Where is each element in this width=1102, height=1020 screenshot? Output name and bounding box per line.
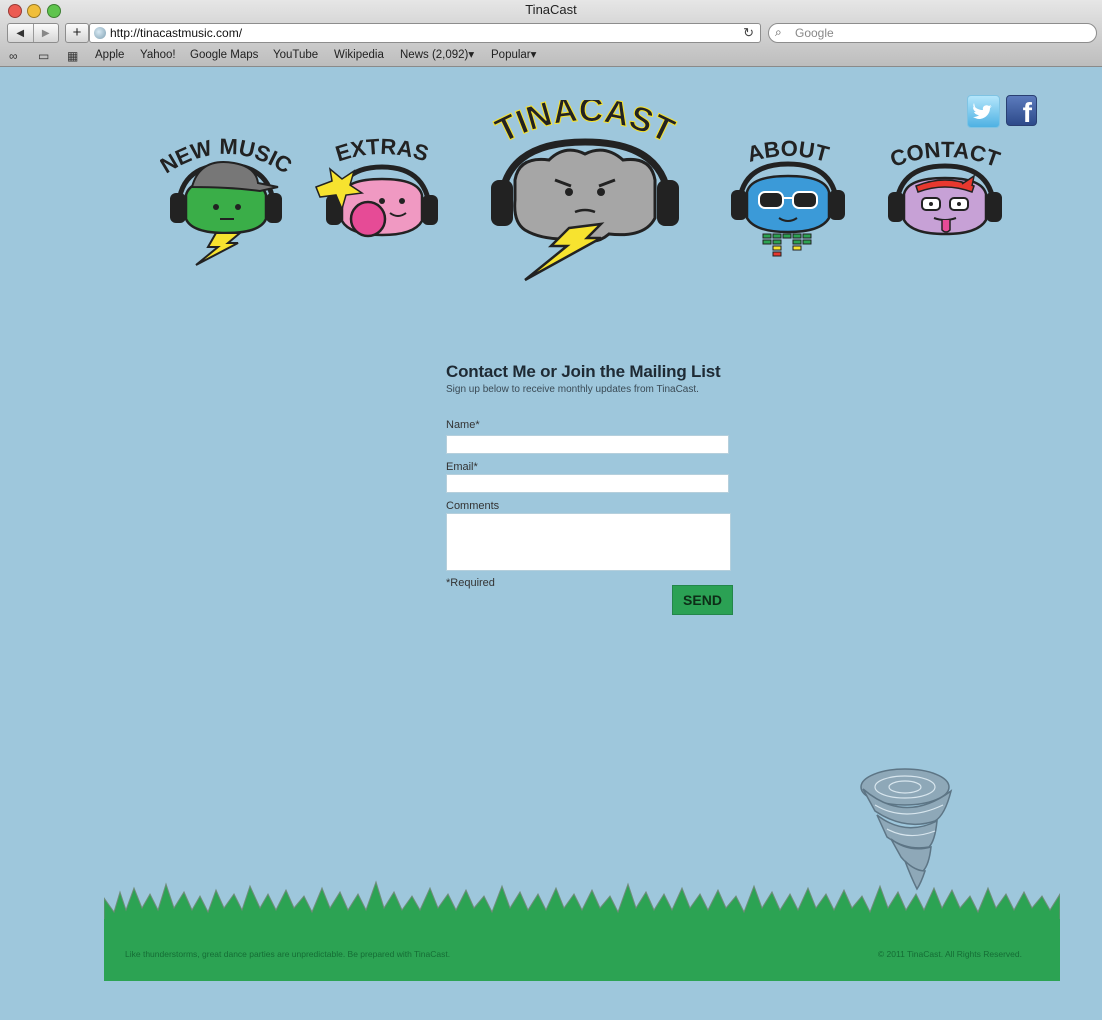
email-field[interactable] [446, 474, 729, 493]
email-label: Email* [446, 461, 478, 473]
zoom-window-button[interactable] [47, 4, 61, 18]
address-bar[interactable]: http://tinacastmusic.com/ ↻ [89, 23, 761, 43]
bookmark-wikipedia[interactable]: Wikipedia [334, 48, 384, 62]
footer-copyright: © 2011 TinaCast. All Rights Reserved. [877, 949, 1022, 959]
bookmark-popular[interactable]: Popular▾ [491, 48, 536, 62]
address-url[interactable]: http://tinacastmusic.com/ [110, 24, 242, 42]
close-window-button[interactable] [8, 4, 22, 18]
reading-glasses-icon[interactable]: ∞ [9, 49, 18, 63]
site-favicon-icon [94, 27, 106, 39]
minimize-window-button[interactable] [27, 4, 41, 18]
nav-extras-label: EXTRAS [332, 135, 431, 166]
search-icon: ⌕ [775, 25, 782, 39]
twitter-icon[interactable] [967, 95, 1000, 128]
footer-tagline: Like thunderstorms, great dance parties … [125, 949, 451, 959]
facebook-icon[interactable]: f [1006, 95, 1037, 128]
send-button[interactable]: SEND [672, 585, 733, 615]
nav-extras[interactable]: EXTRAS [310, 135, 442, 245]
grass-decoration [104, 880, 1060, 922]
comments-field[interactable] [446, 513, 731, 571]
bookmark-google-maps[interactable]: Google Maps [190, 48, 258, 62]
form-subtitle: Sign up below to receive monthly updates… [446, 384, 699, 395]
form-title: Contact Me or Join the Mailing List [446, 362, 721, 381]
footer: Like thunderstorms, great dance parties … [104, 919, 1060, 981]
comments-label: Comments [446, 500, 500, 512]
contact-form: Contact Me or Join the Mailing List Sign… [446, 362, 736, 615]
nav-new-music[interactable]: NEW MUSIC [160, 135, 292, 270]
nav-about[interactable]: ABOUT [725, 140, 851, 268]
search-field[interactable]: ⌕ Google [768, 23, 1097, 43]
bookmark-apple[interactable]: Apple [95, 48, 124, 62]
window-title: TinaCast [525, 2, 577, 17]
required-note: *Required [446, 577, 495, 589]
back-button[interactable]: ◀ [8, 24, 33, 42]
nav-contact[interactable]: CONTACT [882, 140, 1008, 240]
name-label: Name* [446, 419, 480, 431]
book-icon[interactable]: ▭ [38, 49, 49, 63]
bookmark-youtube[interactable]: YouTube [273, 48, 318, 62]
name-field[interactable] [446, 435, 729, 454]
browser-chrome: TinaCast ◀ ▶ + http://tinacastmusic.com/… [0, 0, 1102, 67]
history-buttons: ◀ ▶ [7, 23, 59, 43]
forward-button[interactable]: ▶ [32, 24, 59, 42]
reload-icon[interactable]: ↻ [743, 24, 754, 42]
top-sites-grid-icon[interactable]: ▦ [67, 49, 78, 63]
search-placeholder: Google [795, 26, 834, 40]
add-bookmark-button[interactable]: + [65, 23, 89, 43]
bookmark-news[interactable]: News (2,092)▾ [400, 48, 474, 62]
nav-home-logo[interactable]: TINACAST [485, 100, 685, 285]
bookmark-yahoo[interactable]: Yahoo! [140, 48, 176, 62]
bookmarks-bar: ∞ ▭ ▦ Apple Yahoo! Google Maps YouTube W… [0, 46, 1102, 64]
